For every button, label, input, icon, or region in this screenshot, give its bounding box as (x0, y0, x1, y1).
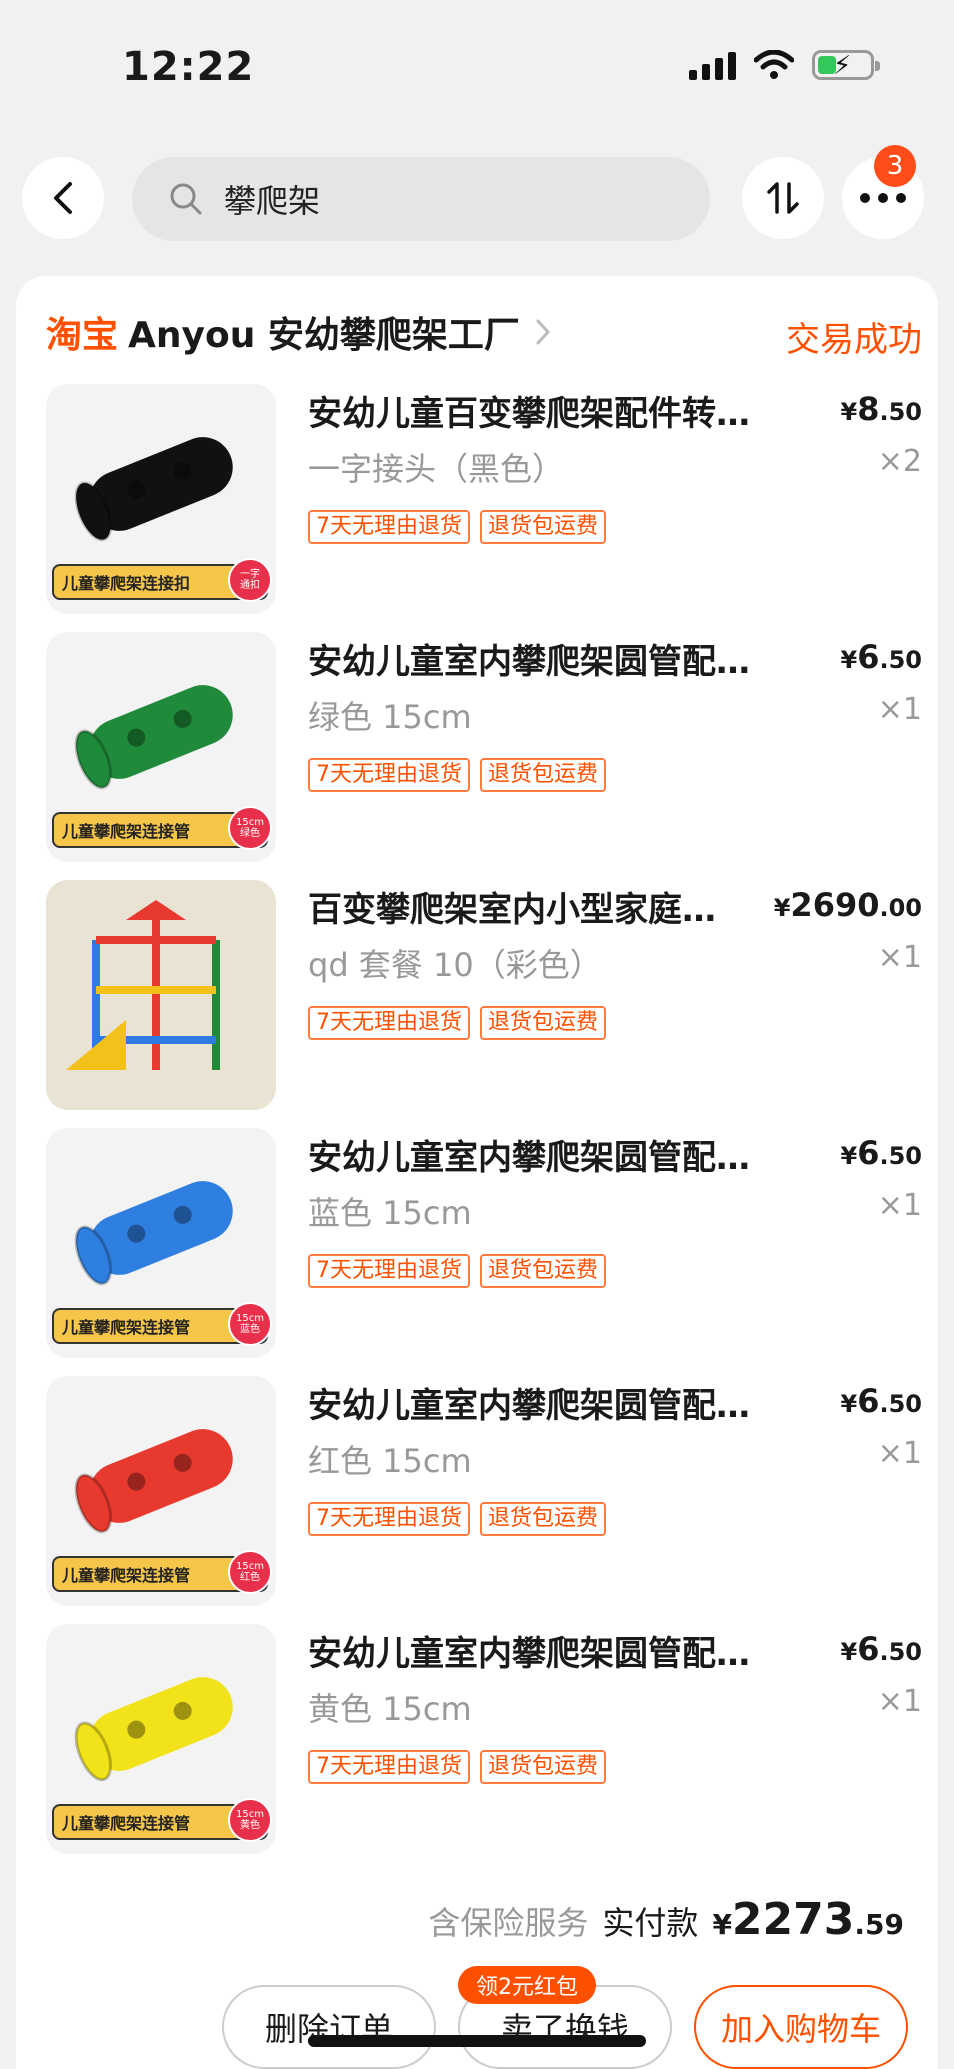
notification-badge: 3 (874, 145, 916, 187)
free-return-shipping-tag: 退货包运费 (480, 758, 607, 792)
status-icons: ⚡ (689, 50, 880, 81)
search-input[interactable]: 攀爬架 (132, 157, 710, 241)
chevron-left-icon (54, 182, 72, 214)
chevron-right-icon (536, 319, 550, 345)
status-bar: 12:22 ⚡ (0, 0, 954, 130)
product-thumbnail[interactable]: 儿童攀爬架连接管 15cm 红色 (46, 1376, 276, 1606)
product-spec: 一字接头（黑色） (308, 450, 565, 488)
return-policy-tag: 7天无理由退货 (308, 510, 470, 544)
product-price: ¥2690.00 (773, 886, 922, 924)
free-return-shipping-tag: 退货包运费 (480, 1750, 607, 1784)
home-indicator (308, 2035, 646, 2047)
product-spec: qd 套餐 10（彩色） (308, 946, 602, 984)
product-price: ¥8.50 (840, 390, 922, 428)
product-image (46, 880, 276, 1110)
return-policy-tag: 7天无理由退货 (308, 758, 470, 792)
thumbnail-dot-badge: 一字 通扣 (228, 558, 272, 602)
top-bar: 攀爬架 (0, 155, 954, 245)
paid-label: 实付款 (602, 1904, 699, 1942)
product-quantity: ×1 (877, 692, 922, 727)
product-spec: 红色 15cm (308, 1442, 472, 1480)
more-dots-icon (860, 193, 906, 203)
product-quantity: ×2 (877, 444, 922, 479)
product-spec: 蓝色 15cm (308, 1194, 472, 1232)
service-tags: 7天无理由退货 退货包运费 (308, 758, 607, 792)
order-item[interactable]: 儿童攀爬架连接管 15cm 红色 安幼儿童室内攀爬架圆管配… ¥6.50 红色 … (46, 1376, 922, 1606)
product-spec: 绿色 15cm (308, 698, 472, 736)
product-thumbnail[interactable]: 儿童攀爬架连接扣 一字 通扣 (46, 384, 276, 614)
taobao-logo: 淘宝 (46, 315, 119, 356)
product-thumbnail[interactable]: 儿童攀爬架连接管 15cm 黄色 (46, 1624, 276, 1854)
paid-amount: ¥2273.59 (712, 1894, 904, 1945)
order-item[interactable]: 儿童攀爬架连接管 15cm 蓝色 安幼儿童室内攀爬架圆管配… ¥6.50 蓝色 … (46, 1128, 922, 1358)
free-return-shipping-tag: 退货包运费 (480, 1006, 607, 1040)
product-title[interactable]: 安幼儿童室内攀爬架圆管配… (308, 1378, 788, 1427)
product-price: ¥6.50 (840, 638, 922, 676)
free-return-shipping-tag: 退货包运费 (480, 1254, 607, 1288)
cellular-signal-icon (689, 50, 736, 80)
search-query: 攀爬架 (224, 182, 321, 220)
product-price: ¥6.50 (840, 1382, 922, 1420)
order-item[interactable]: 儿童攀爬架连接扣 一字 通扣 安幼儿童百变攀爬架配件转… ¥8.50 一字接头（… (46, 384, 922, 614)
product-title[interactable]: 安幼儿童室内攀爬架圆管配… (308, 634, 788, 683)
order-status: 交易成功 (786, 320, 922, 360)
thumbnail-dot-badge: 15cm 绿色 (228, 806, 272, 850)
free-return-shipping-tag: 退货包运费 (480, 1502, 607, 1536)
sort-button[interactable] (742, 157, 824, 239)
service-tags: 7天无理由退货 退货包运费 (308, 1006, 607, 1040)
product-title[interactable]: 安幼儿童百变攀爬架配件转… (308, 386, 788, 435)
return-policy-tag: 7天无理由退货 (308, 1750, 470, 1784)
clock: 12:22 (122, 44, 255, 90)
thumbnail-dot-badge: 15cm 红色 (228, 1550, 272, 1594)
product-quantity: ×1 (877, 940, 922, 975)
back-button[interactable] (22, 157, 104, 239)
search-icon (170, 183, 202, 215)
product-quantity: ×1 (877, 1188, 922, 1223)
return-policy-tag: 7天无理由退货 (308, 1254, 470, 1288)
delete-order-button[interactable]: 删除订单 (222, 1985, 436, 2069)
service-tags: 7天无理由退货 退货包运费 (308, 1750, 607, 1784)
battery-icon: ⚡ (812, 50, 880, 81)
product-title[interactable]: 安幼儿童室内攀爬架圆管配… (308, 1626, 788, 1675)
product-spec: 黄色 15cm (308, 1690, 472, 1728)
order-item[interactable]: 儿童攀爬架连接管 15cm 黄色 安幼儿童室内攀爬架圆管配… ¥6.50 黄色 … (46, 1624, 922, 1854)
product-title[interactable]: 安幼儿童室内攀爬架圆管配… (308, 1130, 788, 1179)
product-thumbnail[interactable] (46, 880, 276, 1110)
return-policy-tag: 7天无理由退货 (308, 1502, 470, 1536)
total-row: 含保险服务 实付款 ¥2273.59 (428, 1894, 904, 1945)
product-price: ¥6.50 (840, 1134, 922, 1172)
wifi-icon (754, 50, 794, 79)
order-card: 淘宝 Anyou 安幼攀爬架工厂 交易成功 儿童攀爬架连接扣 一字 通扣 安幼儿… (16, 276, 938, 2069)
return-policy-tag: 7天无理由退货 (308, 1006, 470, 1040)
product-thumbnail[interactable]: 儿童攀爬架连接管 15cm 绿色 (46, 632, 276, 862)
service-tags: 7天无理由退货 退货包运费 (308, 1254, 607, 1288)
order-item[interactable]: 百变攀爬架室内小型家庭… ¥2690.00 qd 套餐 10（彩色） ×1 7天… (46, 880, 922, 1110)
red-packet-badge: 领2元红包 (458, 1966, 596, 2004)
product-quantity: ×1 (877, 1684, 922, 1719)
add-to-cart-button[interactable]: 加入购物车 (694, 1985, 908, 2069)
thumbnail-dot-badge: 15cm 黄色 (228, 1798, 272, 1842)
thumbnail-dot-badge: 15cm 蓝色 (228, 1302, 272, 1346)
service-tags: 7天无理由退货 退货包运费 (308, 510, 607, 544)
product-title[interactable]: 百变攀爬架室内小型家庭… (308, 882, 788, 931)
product-quantity: ×1 (877, 1436, 922, 1471)
product-thumbnail[interactable]: 儿童攀爬架连接管 15cm 蓝色 (46, 1128, 276, 1358)
product-price: ¥6.50 (840, 1630, 922, 1668)
sort-arrows-icon (767, 182, 799, 214)
order-item[interactable]: 儿童攀爬架连接管 15cm 绿色 安幼儿童室内攀爬架圆管配… ¥6.50 绿色 … (46, 632, 922, 862)
service-tags: 7天无理由退货 退货包运费 (308, 1502, 607, 1536)
shop-header[interactable]: 淘宝 Anyou 安幼攀爬架工厂 交易成功 (46, 302, 922, 362)
shop-name: Anyou 安幼攀爬架工厂 (128, 315, 520, 356)
insurance-label: 含保险服务 (428, 1904, 589, 1942)
free-return-shipping-tag: 退货包运费 (480, 510, 607, 544)
